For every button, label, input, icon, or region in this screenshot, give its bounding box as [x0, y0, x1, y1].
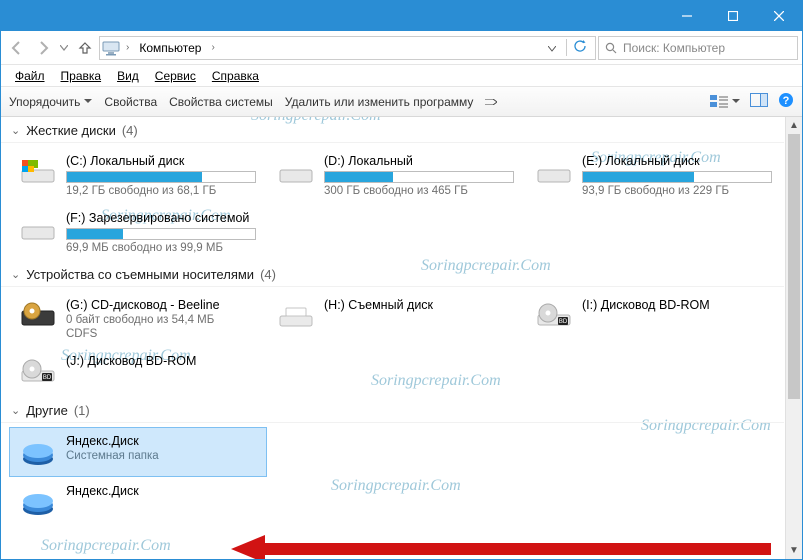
scroll-up-icon[interactable]: ▲: [786, 117, 802, 134]
view-options-dropdown[interactable]: [710, 95, 740, 109]
drive-icon: [278, 154, 314, 190]
capacity-bar: [582, 171, 772, 183]
address-dropdown[interactable]: [544, 41, 560, 55]
close-button[interactable]: [756, 1, 802, 31]
group-title: Другие: [26, 403, 68, 418]
scroll-thumb[interactable]: [788, 134, 800, 399]
nav-back-button[interactable]: [5, 36, 29, 60]
drive-icon: [20, 211, 56, 247]
search-input[interactable]: Поиск: Компьютер: [598, 36, 798, 60]
organize-dropdown[interactable]: Упорядочить: [9, 95, 92, 109]
group-count: (4): [122, 123, 138, 138]
drive-title: (E:) Локальный диск: [582, 154, 772, 168]
drive-g[interactable]: (G:) CD-дисковод - Beeline 0 байт свобод…: [9, 291, 267, 347]
yandex-disk-icon: [20, 484, 56, 520]
capacity-bar: [66, 171, 256, 183]
drive-title: (I:) Дисковод BD-ROM: [582, 298, 772, 312]
menu-help[interactable]: Справка: [204, 69, 267, 83]
yandex-disk-item[interactable]: Яндекс.Диск Системная папка: [9, 427, 267, 477]
drive-c[interactable]: (C:) Локальный диск 19,2 ГБ свободно из …: [9, 147, 267, 204]
drive-title: (G:) CD-дисковод - Beeline: [66, 298, 256, 312]
menu-edit[interactable]: Правка: [53, 69, 110, 83]
breadcrumb-root[interactable]: Компьютер: [135, 41, 205, 55]
drive-f[interactable]: (F:) Зарезервировано системой 69,9 МБ св…: [9, 204, 267, 261]
removable-drive-icon: [278, 298, 314, 334]
bd-drive-icon: BD: [536, 298, 572, 334]
preview-pane-button[interactable]: [750, 93, 768, 110]
menu-service[interactable]: Сервис: [147, 69, 204, 83]
computer-icon: [102, 40, 120, 56]
svg-text:BD: BD: [559, 319, 568, 325]
search-placeholder: Поиск: Компьютер: [623, 41, 725, 55]
nav-up-button[interactable]: [73, 36, 97, 60]
svg-text:?: ?: [783, 95, 790, 107]
maximize-button[interactable]: [710, 1, 756, 31]
drive-d[interactable]: (D:) Локальный 300 ГБ свободно из 465 ГБ: [267, 147, 525, 204]
address-bar[interactable]: › Компьютер ›: [99, 36, 596, 60]
capacity-bar: [66, 228, 256, 240]
drive-icon: [536, 154, 572, 190]
explorer-window: › Компьютер › Поиск: Компьютер Файл Прав…: [0, 0, 803, 560]
item-title: Яндекс.Диск: [66, 484, 256, 498]
group-header-hdd[interactable]: ⌄ Жесткие диски (4): [1, 117, 784, 143]
drive-h[interactable]: (H:) Съемный диск: [267, 291, 525, 347]
drive-subtitle: 0 байт свободно из 54,4 МБ: [66, 314, 256, 326]
uninstall-button[interactable]: Удалить или изменить программу: [285, 95, 474, 109]
drive-title: (H:) Съемный диск: [324, 298, 514, 312]
chevron-down-icon: ⌄: [11, 124, 20, 137]
drive-subtitle: 19,2 ГБ свободно из 68,1 ГБ: [66, 185, 256, 197]
system-properties-button[interactable]: Свойства системы: [169, 95, 273, 109]
drive-subtitle: 69,9 МБ свободно из 99,9 МБ: [66, 242, 256, 254]
group-header-removable[interactable]: ⌄ Устройства со съемными носителями (4): [1, 261, 784, 287]
group-title: Жесткие диски: [26, 123, 116, 138]
chevron-down-icon: ⌄: [11, 404, 20, 417]
drive-title: (J:) Дисковод BD-ROM: [66, 354, 256, 368]
item-title: Яндекс.Диск: [66, 434, 256, 448]
bd-drive-icon: BD: [20, 354, 56, 390]
group-count: (4): [260, 267, 276, 282]
yandex-disk-item-2[interactable]: Яндекс.Диск: [9, 477, 267, 527]
minimize-button[interactable]: [664, 1, 710, 31]
vertical-scrollbar[interactable]: ▲ ▼: [785, 117, 802, 559]
menu-file[interactable]: Файл: [7, 69, 53, 83]
drive-j[interactable]: BD (J:) Дисковод BD-ROM: [9, 347, 267, 397]
group-count: (1): [74, 403, 90, 418]
yandex-disk-icon: [20, 434, 56, 470]
search-icon: [605, 42, 617, 54]
group-header-other[interactable]: ⌄ Другие (1): [1, 397, 784, 423]
drive-fs: CDFS: [66, 328, 256, 340]
group-title: Устройства со съемными носителями: [26, 267, 254, 282]
capacity-bar: [324, 171, 514, 183]
nav-history-dropdown[interactable]: [57, 36, 71, 60]
menu-view[interactable]: Вид: [109, 69, 147, 83]
content-pane: Soringpcrepair.Com Soringpcrepair.Com So…: [1, 117, 802, 559]
properties-button[interactable]: Свойства: [104, 95, 157, 109]
nav-row: › Компьютер › Поиск: Компьютер: [1, 31, 802, 65]
svg-text:BD: BD: [43, 375, 52, 381]
drive-title: (F:) Зарезервировано системой: [66, 211, 256, 225]
drive-subtitle: 93,9 ГБ свободно из 229 ГБ: [582, 185, 772, 197]
toolbar-overflow[interactable]: [485, 99, 497, 105]
scroll-down-icon[interactable]: ▼: [786, 542, 802, 559]
breadcrumb-sep: ›: [211, 42, 214, 53]
breadcrumb-sep: ›: [126, 42, 129, 53]
drive-i[interactable]: BD (I:) Дисковод BD-ROM: [525, 291, 783, 347]
drive-title: (C:) Локальный диск: [66, 154, 256, 168]
command-bar: Упорядочить Свойства Свойства системы Уд…: [1, 87, 802, 117]
optical-drive-icon: [20, 298, 56, 334]
titlebar: [1, 1, 802, 31]
chevron-down-icon: ⌄: [11, 268, 20, 281]
drive-title: (D:) Локальный: [324, 154, 514, 168]
drive-subtitle: 300 ГБ свободно из 465 ГБ: [324, 185, 514, 197]
help-button[interactable]: ?: [778, 92, 794, 111]
menu-bar: Файл Правка Вид Сервис Справка: [1, 65, 802, 87]
refresh-button[interactable]: [566, 39, 593, 56]
nav-forward-button[interactable]: [31, 36, 55, 60]
drive-e[interactable]: (E:) Локальный диск 93,9 ГБ свободно из …: [525, 147, 783, 204]
drive-icon: [20, 154, 56, 190]
item-subtitle: Системная папка: [66, 450, 256, 462]
